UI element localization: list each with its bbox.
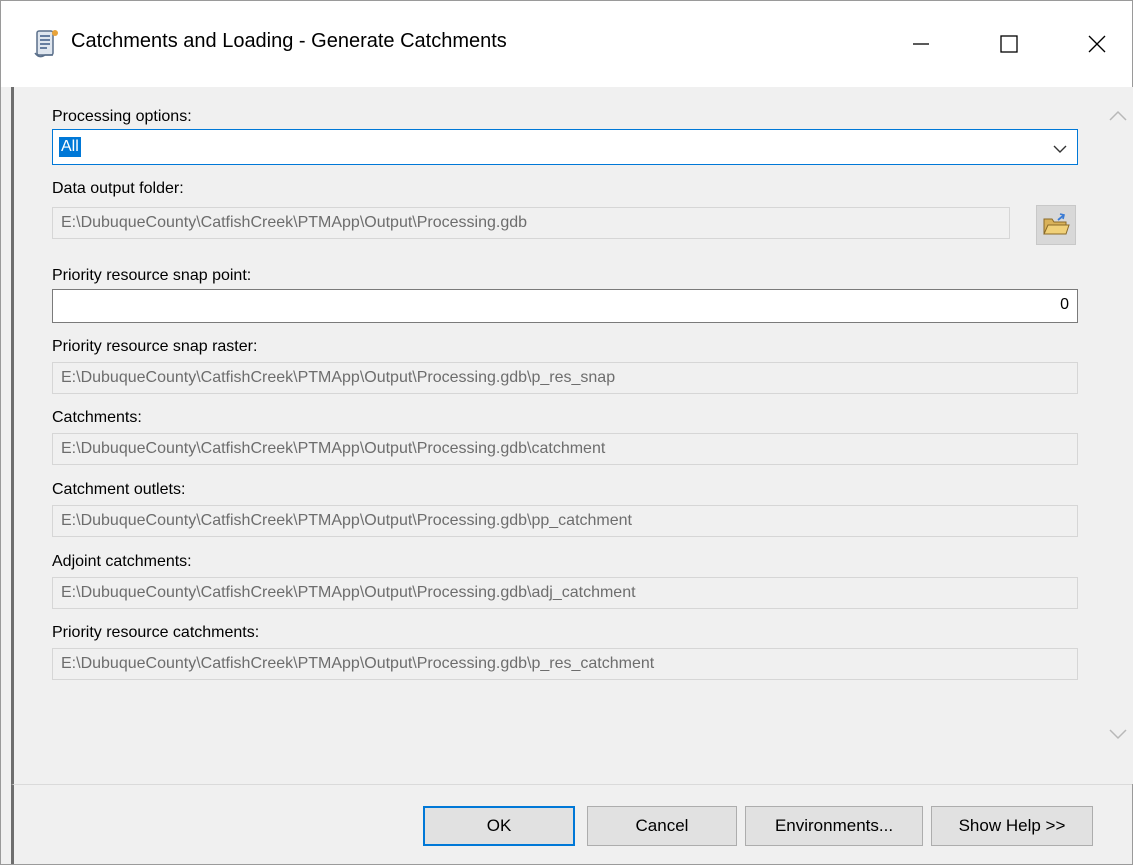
open-folder-icon [1043,213,1070,235]
dialog-footer: OK Cancel Environments... Show Help >> [11,784,1132,864]
title-bar[interactable]: Catchments and Loading - Generate Catchm… [1,1,1132,87]
window-title: Catchments and Loading - Generate Catchm… [71,30,507,52]
minimize-icon [913,43,929,45]
cancel-button[interactable]: Cancel [587,806,737,846]
maximize-icon [1000,35,1018,53]
snap-raster-label: Priority resource snap raster: [52,338,258,355]
catchment-outlets-label: Catchment outlets: [52,481,186,498]
data-output-folder-field: E:\DubuqueCounty\CatfishCreek\PTMApp\Out… [52,207,1010,239]
maximize-button[interactable] [979,17,1039,71]
close-icon [1088,35,1106,53]
catchment-outlets-field: E:\DubuqueCounty\CatfishCreek\PTMApp\Out… [52,505,1078,537]
processing-options-dropdown[interactable]: All [52,129,1078,165]
snap-point-input[interactable]: 0 [52,289,1078,323]
parameters-panel: Processing options: All Data output fold… [11,87,1133,784]
tool-dialog-window: Catchments and Loading - Generate Catchm… [0,0,1133,865]
minimize-button[interactable] [891,17,951,71]
show-help-button[interactable]: Show Help >> [931,806,1093,846]
priority-resource-catchments-label: Priority resource catchments: [52,624,260,641]
catchments-label: Catchments: [52,409,142,426]
catchments-field: E:\DubuqueCounty\CatfishCreek\PTMApp\Out… [52,433,1078,465]
close-button[interactable] [1067,17,1127,71]
adjoint-catchments-field: E:\DubuqueCounty\CatfishCreek\PTMApp\Out… [52,577,1078,609]
scroll-up-icon[interactable] [1109,109,1127,127]
priority-resource-catchments-field: E:\DubuqueCounty\CatfishCreek\PTMApp\Out… [52,648,1078,680]
processing-options-label: Processing options: [52,108,192,125]
snap-raster-field: E:\DubuqueCounty\CatfishCreek\PTMApp\Out… [52,362,1078,394]
script-tool-icon [31,27,61,61]
scroll-down-icon[interactable] [1109,727,1127,745]
vertical-scrollbar[interactable] [1101,87,1133,784]
snap-point-label: Priority resource snap point: [52,267,252,284]
browse-folder-button[interactable] [1036,205,1076,245]
chevron-down-icon [1053,141,1067,159]
ok-button[interactable]: OK [423,806,575,846]
adjoint-catchments-label: Adjoint catchments: [52,553,192,570]
environments-button[interactable]: Environments... [745,806,923,846]
processing-options-value: All [59,137,81,157]
data-output-folder-label: Data output folder: [52,180,184,197]
